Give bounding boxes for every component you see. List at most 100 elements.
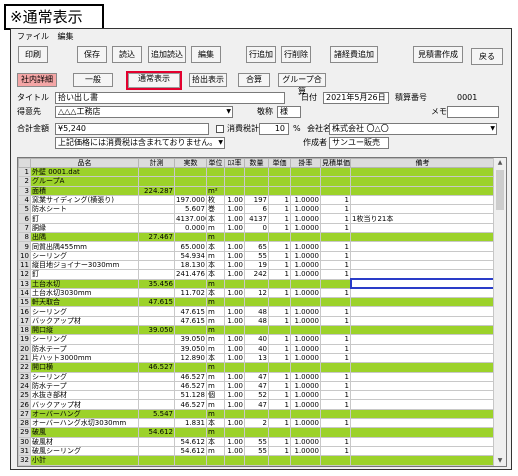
cell-loss[interactable] [224, 325, 245, 336]
cell-rate[interactable]: 1.0000 [290, 352, 321, 364]
table-row[interactable]: 4 窯業サイディング(横張り) 197.000 枚 1.00 197 1 1.0000 1 [18, 194, 495, 206]
cell-meas[interactable] [138, 343, 175, 354]
cell-price[interactable]: 1 [268, 204, 291, 215]
cell-name[interactable]: 破風材 [30, 436, 139, 447]
cell-price[interactable]: 1 [268, 380, 291, 392]
cell-qty[interactable]: 47 [244, 399, 269, 410]
cell-loss[interactable]: 1.00 [224, 259, 245, 271]
cell-rate[interactable]: 1.0000 [290, 287, 321, 299]
cell-real[interactable] [174, 176, 207, 187]
cell-meas[interactable] [138, 176, 175, 187]
cell-rate[interactable] [290, 232, 321, 243]
cell-name[interactable]: 防水シート [30, 204, 139, 215]
cell-real[interactable] [174, 166, 207, 178]
cell-note[interactable] [350, 166, 495, 178]
cell-price[interactable]: 1 [268, 436, 291, 447]
cell-meas[interactable] [138, 315, 175, 327]
cell-meas[interactable]: 54.612 [138, 427, 175, 438]
cell-qty[interactable]: 0 [244, 222, 269, 234]
cell-real[interactable]: 54.612 [174, 445, 207, 457]
cell-loss[interactable]: 1.00 [224, 315, 245, 327]
cell-qty[interactable]: 52 [244, 390, 269, 401]
cell-meas[interactable] [138, 259, 175, 271]
cell-quote[interactable]: 1 [320, 343, 351, 354]
cell-loss[interactable]: 1.00 [224, 334, 245, 345]
table-row[interactable]: 6 釘 4137.000 本 1.00 4137 1 1.0000 1 1枚当り21本 [18, 213, 495, 224]
table-row[interactable]: 5 防水シート 5.607 巻 1.00 6 1 1.0000 1 [18, 204, 495, 215]
cell-name[interactable]: 縦目地ジョイナー3030mm [30, 259, 139, 271]
cell-qty[interactable] [244, 232, 269, 243]
cell-rate[interactable]: 1.0000 [290, 222, 321, 234]
extract-view-button[interactable]: 拾出表示 [189, 73, 227, 87]
note-select[interactable]: 上記価格には消費税は含まれておりません。 ▼ [55, 137, 225, 149]
cell-loss[interactable]: 1.00 [224, 287, 245, 299]
cell-meas[interactable]: 5.547 [138, 408, 175, 420]
cell-note[interactable] [350, 306, 495, 317]
cell-loss[interactable]: 1.00 [224, 222, 245, 234]
cell-qty[interactable] [244, 176, 269, 187]
cell-rate[interactable] [290, 455, 321, 466]
cell-meas[interactable] [138, 352, 175, 364]
cell-unit[interactable]: m [206, 380, 225, 392]
company-select[interactable]: 株式会社 〇△〇 ▼ [329, 123, 497, 135]
cell-name[interactable]: 防水テープ [30, 380, 139, 392]
cell-note[interactable] [349, 278, 496, 290]
cell-qty[interactable] [244, 166, 269, 178]
cell-unit[interactable]: m [206, 315, 225, 327]
general-tab[interactable]: 一般 [73, 73, 113, 87]
cell-note[interactable] [350, 232, 495, 243]
author-field[interactable]: サンユー販売 [329, 137, 389, 149]
tax-checkbox[interactable] [216, 125, 224, 133]
cell-real[interactable]: 51.128 [174, 390, 207, 401]
save-button[interactable]: 保存 [77, 46, 107, 63]
cell-unit[interactable]: m [206, 297, 225, 308]
cell-real[interactable]: 11.702 [174, 287, 207, 299]
cell-real[interactable] [174, 455, 207, 466]
cell-qty[interactable]: 19 [244, 259, 269, 271]
table-row[interactable]: 11 縦目地ジョイナー3030mm 18.130 本 1.00 19 1 1.0000 1 [18, 259, 495, 271]
cell-loss[interactable]: 1.00 [224, 371, 245, 382]
cell-qty[interactable] [244, 455, 269, 466]
cell-note[interactable] [350, 334, 495, 345]
cell-meas[interactable] [138, 269, 175, 280]
cell-quote[interactable]: 1 [320, 371, 351, 382]
cell-real[interactable]: 39.050 [174, 334, 207, 345]
cell-real[interactable]: 12.890 [174, 352, 207, 364]
company-detail-tab[interactable]: 社内詳細 [17, 73, 57, 87]
cell-loss[interactable]: 1.00 [224, 390, 245, 401]
cell-quote[interactable] [320, 166, 351, 178]
table-row[interactable]: 9 同質出隅455mm 65.000 本 1.00 65 1 1.0000 1 [18, 241, 495, 252]
table-row[interactable]: 18 開口縦 39.050 m [18, 325, 495, 336]
cell-meas[interactable] [138, 334, 175, 345]
cell-note[interactable] [350, 417, 495, 429]
cell-quote[interactable]: 1 [320, 194, 351, 206]
cell-note[interactable] [350, 185, 495, 196]
cell-unit[interactable]: m [206, 362, 225, 373]
cell-unit[interactable]: 枚 [206, 194, 225, 206]
cell-note[interactable] [350, 408, 495, 420]
cell-rate[interactable]: 1.0000 [290, 213, 321, 224]
cell-meas[interactable]: 46.527 [138, 362, 175, 373]
cell-quote[interactable]: 1 [320, 390, 351, 401]
cell-loss[interactable]: 1.00 [224, 213, 245, 224]
date-field[interactable]: 2021年5月26日 [323, 92, 389, 104]
cell-rate[interactable]: 1.0000 [290, 436, 321, 447]
cell-unit[interactable]: m [206, 408, 225, 420]
cell-name[interactable]: 土台水切 [30, 278, 139, 289]
cell-quote[interactable]: 1 [320, 269, 351, 280]
cell-name[interactable]: シーリング [30, 334, 139, 345]
cell-real[interactable]: 47.615 [174, 306, 207, 317]
cell-note[interactable] [350, 445, 495, 457]
cell-note[interactable] [350, 325, 495, 336]
cell-price[interactable] [268, 408, 291, 420]
cell-quote[interactable]: 1 [320, 259, 351, 271]
cell-quote[interactable]: 1 [320, 213, 351, 224]
cell-note[interactable] [350, 259, 495, 271]
cell-real[interactable]: 4137.000 [174, 213, 207, 224]
cell-quote[interactable] [320, 325, 351, 336]
cell-quote[interactable]: 1 [320, 306, 351, 317]
cell-unit[interactable]: 本 [206, 213, 225, 224]
cell-price[interactable]: 1 [268, 315, 291, 327]
cell-loss[interactable] [224, 166, 245, 178]
cell-note[interactable] [350, 455, 495, 466]
